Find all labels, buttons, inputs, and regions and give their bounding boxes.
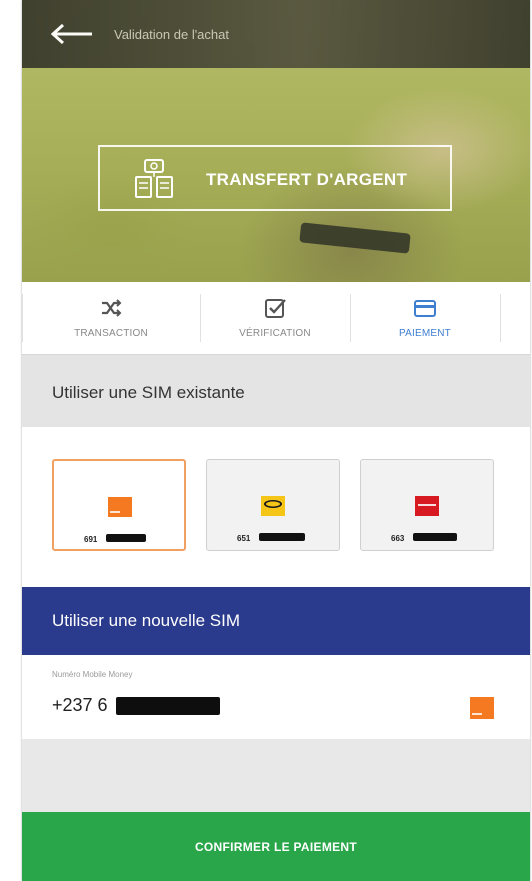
confirm-payment-button[interactable]: CONFIRMER LE PAIEMENT	[22, 812, 530, 881]
sim-card-nexttel[interactable]: 663	[360, 459, 494, 551]
section-title: Utiliser une SIM existante	[52, 383, 245, 402]
credit-card-icon	[414, 300, 436, 317]
step-indicator: TRANSACTION VÉRIFICATION PAIEMENT	[22, 282, 530, 355]
sim-number: 691	[84, 535, 98, 544]
step-label: TRANSACTION	[74, 328, 148, 339]
confirm-label: CONFIRMER LE PAIEMENT	[194, 840, 358, 854]
page-title: Validation de l'achat	[114, 27, 229, 42]
hero-background-photo	[299, 222, 411, 254]
shuffle-icon	[102, 299, 122, 317]
sim-number: 651	[237, 534, 251, 543]
service-card: TRANSFERT D'ARGENT	[98, 145, 452, 211]
arrow-left-icon	[50, 23, 92, 45]
redacted-number	[116, 697, 220, 715]
step-label: PAIEMENT	[399, 328, 451, 339]
step-payment[interactable]: PAIEMENT	[350, 282, 500, 354]
field-label: Numéro Mobile Money	[52, 670, 133, 679]
sim-number: 663	[391, 534, 405, 543]
sim-card-orange[interactable]: 691	[52, 459, 186, 551]
sim-card-mtn[interactable]: 651	[206, 459, 340, 551]
hero-banner: Validation de l'achat TRANSFERT D'ARGENT	[22, 0, 530, 282]
redacted-number	[106, 534, 146, 542]
app-screen: Validation de l'achat TRANSFERT D'ARGENT	[22, 0, 530, 881]
orange-logo-icon	[108, 497, 132, 517]
orange-logo-icon	[470, 697, 494, 719]
step-label: VÉRIFICATION	[239, 328, 311, 339]
redacted-number	[259, 533, 305, 541]
back-button[interactable]	[48, 20, 98, 48]
mtn-logo-icon	[261, 496, 285, 516]
checkbox-icon	[265, 299, 286, 318]
mobile-money-field[interactable]: Numéro Mobile Money +237 6	[22, 655, 530, 739]
service-title: TRANSFERT D'ARGENT	[206, 170, 408, 189]
step-transaction[interactable]: TRANSACTION	[22, 282, 200, 354]
top-bar: Validation de l'achat	[22, 0, 530, 68]
existing-sim-header: Utiliser une SIM existante	[22, 355, 530, 427]
section-title: Utiliser une nouvelle SIM	[52, 611, 241, 630]
step-verification[interactable]: VÉRIFICATION	[200, 282, 350, 354]
mobile-money-input[interactable]: +237 6	[52, 695, 108, 716]
new-sim-header: Utiliser une nouvelle SIM	[22, 587, 530, 655]
sim-list: 691 651 663	[22, 427, 530, 587]
nexttel-logo-icon	[415, 496, 439, 516]
money-transfer-icon	[135, 159, 173, 198]
redacted-number	[413, 533, 457, 541]
